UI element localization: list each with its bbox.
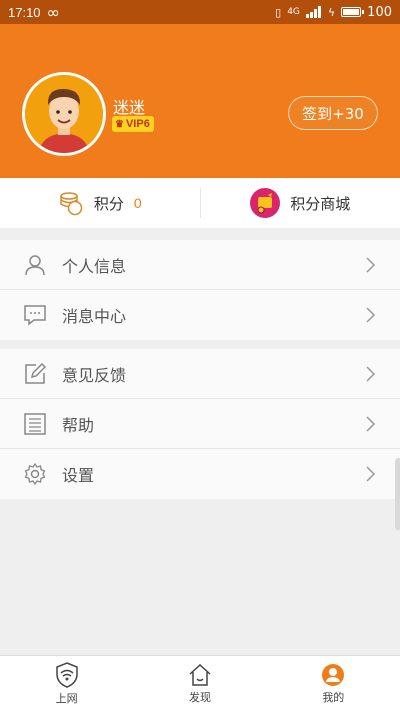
person-icon xyxy=(24,254,46,276)
network-type: 4G xyxy=(287,7,300,17)
profile-header: 迷迷 ♛ VIP6 签到+30 xyxy=(0,24,400,178)
points-mall-label: 积分商城 xyxy=(290,194,351,213)
tab-label: 上网 xyxy=(55,691,78,705)
vip-level: VIP6 xyxy=(125,118,150,130)
chevron-right-icon xyxy=(366,256,376,273)
menu-group-account: 个人信息 消息中心 xyxy=(0,240,400,340)
tab-label: 发现 xyxy=(188,690,211,704)
profile-icon xyxy=(322,663,345,686)
points-value: 0 xyxy=(133,195,142,211)
menu-item-feedback[interactable]: 意见反馈 xyxy=(0,349,400,399)
edit-icon xyxy=(24,362,46,385)
avatar-illustration xyxy=(25,75,103,153)
menu-group-support: 意见反馈 帮助 设置 xyxy=(0,349,400,499)
coins-icon xyxy=(60,192,83,216)
chevron-right-icon xyxy=(366,466,376,482)
infinity-icon: ∞ xyxy=(46,2,60,22)
chevron-right-icon xyxy=(366,415,376,432)
wifi-shield-icon xyxy=(55,661,78,688)
avatar[interactable] xyxy=(22,72,106,156)
tab-internet[interactable]: 上网 xyxy=(0,656,133,711)
gear-icon xyxy=(24,463,46,485)
username: 迷迷 xyxy=(113,98,146,117)
chevron-right-icon xyxy=(366,365,376,382)
battery-level: 100 xyxy=(367,4,392,20)
menu-item-label: 消息中心 xyxy=(62,307,127,326)
battery-icon xyxy=(341,7,365,17)
menu-item-message-center[interactable]: 消息中心 xyxy=(0,290,400,340)
tab-discover[interactable]: 发现 xyxy=(133,656,266,711)
tab-label: 我的 xyxy=(322,690,345,704)
menu-item-label: 意见反馈 xyxy=(62,365,127,385)
crown-icon: ♛ xyxy=(115,118,124,130)
menu-item-label: 帮助 xyxy=(62,415,95,435)
help-list-icon xyxy=(24,412,46,435)
home-icon xyxy=(189,663,211,686)
points-cell[interactable]: 积分 0 xyxy=(0,178,200,228)
charging-icon: ϟ xyxy=(327,5,336,19)
menu-item-label: 设置 xyxy=(62,466,95,485)
status-time: 17:10 xyxy=(8,4,41,20)
tab-mine[interactable]: 我的 xyxy=(267,656,400,711)
chevron-right-icon xyxy=(366,307,376,323)
message-icon xyxy=(24,304,46,326)
menu-item-personal-info[interactable]: 个人信息 xyxy=(0,240,400,290)
checkin-button[interactable]: 签到+30 xyxy=(288,96,378,130)
menu-item-settings[interactable]: 设置 xyxy=(0,449,400,499)
gift-shop-icon xyxy=(250,188,281,218)
points-label: 积分 xyxy=(93,194,124,213)
signal-icon xyxy=(305,6,321,18)
points-mall-cell[interactable]: 积分商城 xyxy=(201,178,400,228)
status-bar: 17:10 ∞ ▯ 4G ϟ 100 xyxy=(0,0,400,24)
vibrate-icon: ▯ xyxy=(275,5,282,19)
menu-item-label: 个人信息 xyxy=(62,256,127,276)
points-bar: 积分 0 积分商城 xyxy=(0,178,400,228)
bottom-tab-bar: 上网 发现 我的 xyxy=(0,655,400,711)
menu-item-help[interactable]: 帮助 xyxy=(0,399,400,449)
vip-badge: ♛ VIP6 xyxy=(112,116,154,132)
scroll-indicator[interactable] xyxy=(395,458,400,530)
